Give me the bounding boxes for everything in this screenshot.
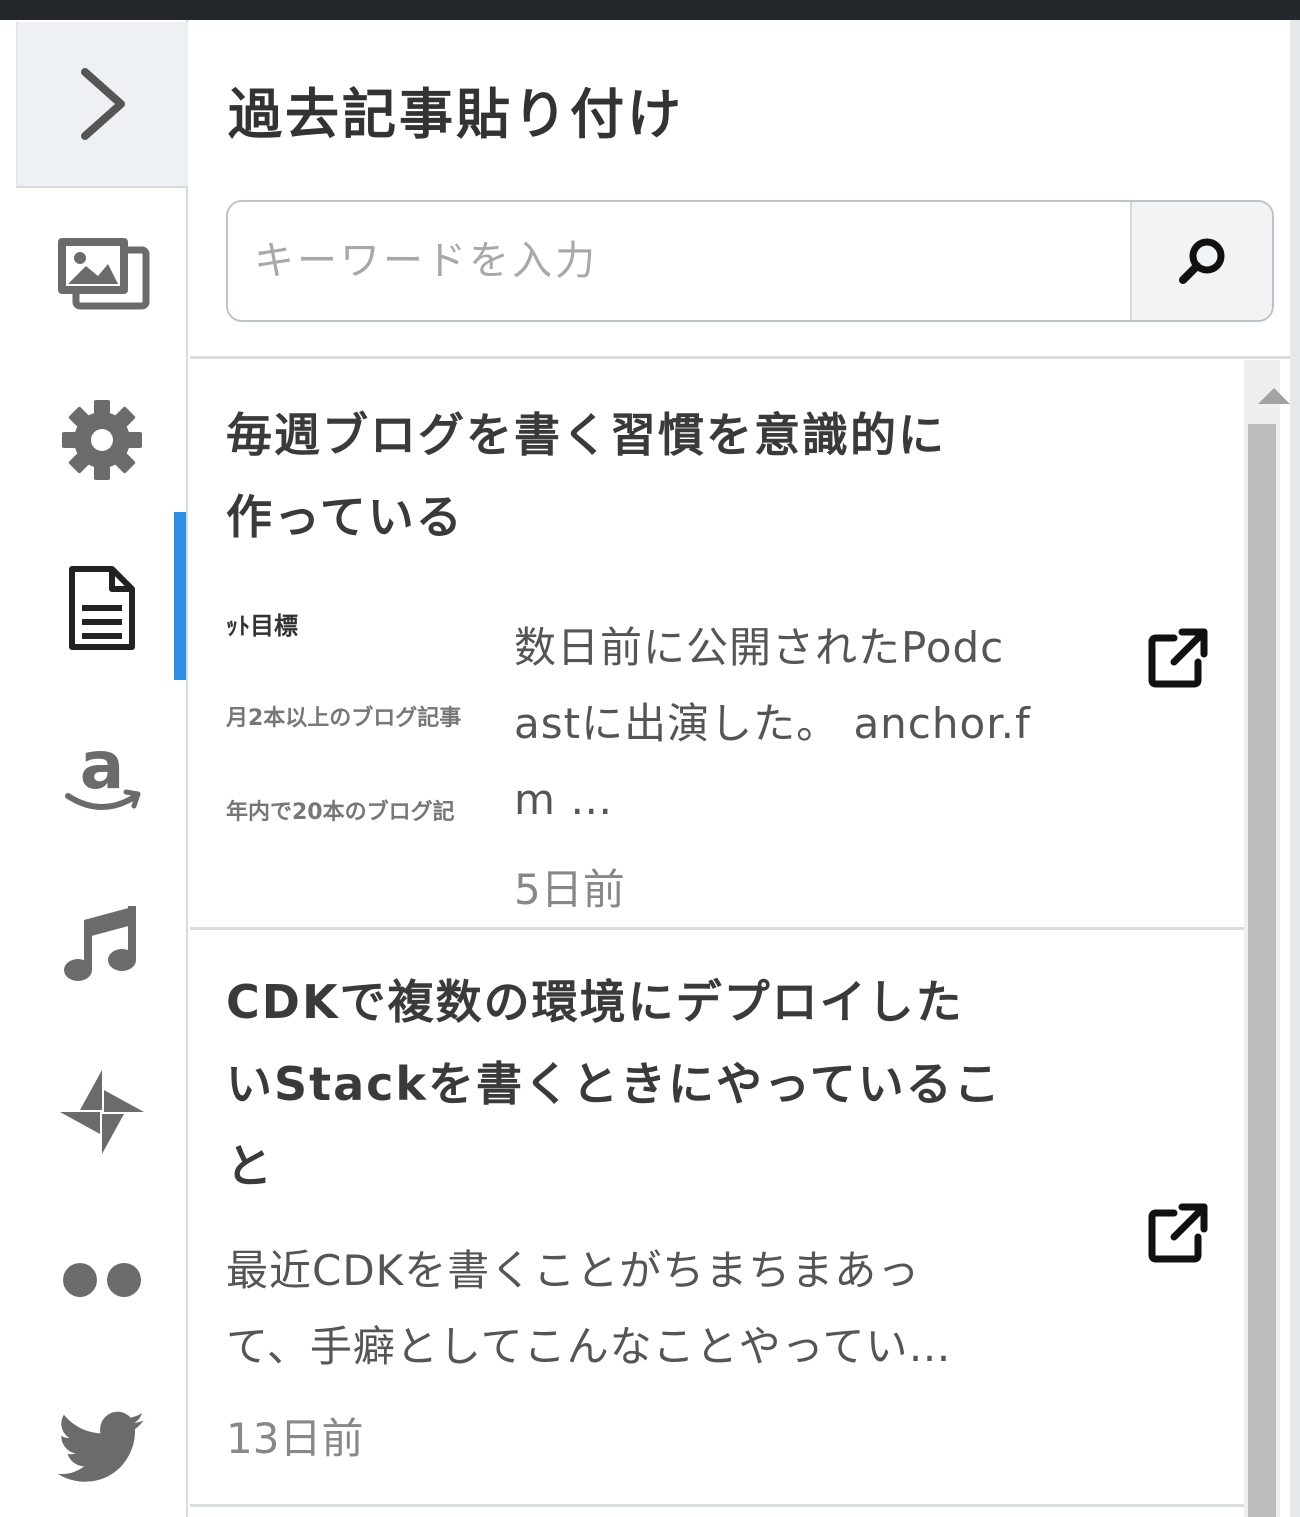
panel-title: 過去記事貼り付け <box>228 83 684 146</box>
thumbnail-text: 年内で20本のブログ記 <box>226 800 455 825</box>
post-list: 毎週ブログを書く習慣を意識的に 作っている ｯﾄ目標 月2本以上のブログ記事 年… <box>190 360 1244 1517</box>
post-title-line: CDKで複数の環境にデプロイした <box>226 975 964 1029</box>
list-item: 毎週ブログを書く習慣を意識的に 作っている ｯﾄ目標 月2本以上のブログ記事 年… <box>190 360 1244 930</box>
sidebar-item-music[interactable] <box>16 860 188 1028</box>
external-link-icon[interactable] <box>1146 626 1210 690</box>
post-excerpt-line: 最近CDKを書くことがちまちまあっ <box>226 1246 921 1295</box>
post-title-line: と <box>226 1139 274 1193</box>
sidebar-item-settings[interactable] <box>16 356 188 524</box>
post-title[interactable]: 毎週ブログを書く習慣を意識的に 作っている <box>226 394 946 558</box>
music-icon <box>64 906 136 981</box>
svg-text:a: a <box>80 734 125 804</box>
sidebar-item-past-posts[interactable] <box>16 524 188 692</box>
panel-edge <box>1290 20 1300 1517</box>
post-date: 13日前 <box>226 1414 364 1463</box>
post-date: 5日前 <box>514 865 625 914</box>
sidebar-item-amazon[interactable]: a <box>16 692 188 860</box>
collapse-toggle-button[interactable] <box>16 22 188 188</box>
post-title-line: 作っている <box>226 490 464 544</box>
document-icon <box>69 566 135 650</box>
search-icon <box>1179 238 1225 284</box>
active-item-indicator <box>174 512 186 680</box>
scroll-up-arrow[interactable] <box>1258 388 1290 404</box>
post-title-line: 毎週ブログを書く習慣を意識的に <box>226 408 946 462</box>
twitter-icon <box>58 1411 145 1482</box>
chevron-right-icon <box>81 68 125 140</box>
post-title-line: いStackを書くときにやっているこ <box>226 1057 1002 1111</box>
flickr-icon <box>63 1263 141 1297</box>
sidebar-rail: a <box>0 20 188 1517</box>
post-excerpt: 最近CDKを書くことがちまちまあっ て、手癖としてこんなことやってい… <box>226 1233 1126 1385</box>
thumbnail-text: 月2本以上のブログ記事 <box>226 706 462 731</box>
list-item: CDKで複数の環境にデプロイした いStackを書くときにやっているこ と 最近… <box>190 933 1244 1507</box>
sidebar-item-photos-service[interactable] <box>16 1028 188 1196</box>
post-excerpt-line: m … <box>514 775 614 824</box>
post-excerpt: 数日前に公開されたPodc astに出演した。 anchor.f m … <box>514 610 1114 838</box>
sidebar-item-photos[interactable] <box>16 188 188 356</box>
search-input[interactable] <box>228 202 1130 320</box>
post-excerpt-line: て、手癖としてこんなことやってい… <box>226 1322 952 1371</box>
scrollbar-thumb[interactable] <box>1248 424 1276 1517</box>
sidebar-item-twitter[interactable] <box>16 1364 188 1517</box>
search-box <box>226 200 1274 322</box>
amazon-icon: a <box>65 734 141 810</box>
pinwheel-icon <box>60 1070 144 1154</box>
sidebar-item-flickr[interactable] <box>16 1196 188 1364</box>
past-posts-panel: 過去記事貼り付け 毎週ブログを書く習慣を意識的に 作っている ｯﾄ目標 月2本以… <box>190 20 1290 1517</box>
window-top-bar <box>0 0 1300 20</box>
post-excerpt-line: astに出演した。 anchor.f <box>514 699 1031 748</box>
thumbnail-text: ｯﾄ目標 <box>226 612 298 640</box>
external-link-icon[interactable] <box>1146 1201 1210 1265</box>
post-excerpt-line: 数日前に公開されたPodc <box>514 623 1005 672</box>
gear-icon <box>62 400 142 480</box>
search-button[interactable] <box>1130 202 1272 320</box>
list-divider <box>190 356 1290 359</box>
post-title[interactable]: CDKで複数の環境にデプロイした いStackを書くときにやっているこ と <box>226 961 1002 1207</box>
image-icon <box>58 238 150 310</box>
post-thumbnail: ｯﾄ目標 月2本以上のブログ記事 年内で20本のブログ記 <box>226 600 482 840</box>
